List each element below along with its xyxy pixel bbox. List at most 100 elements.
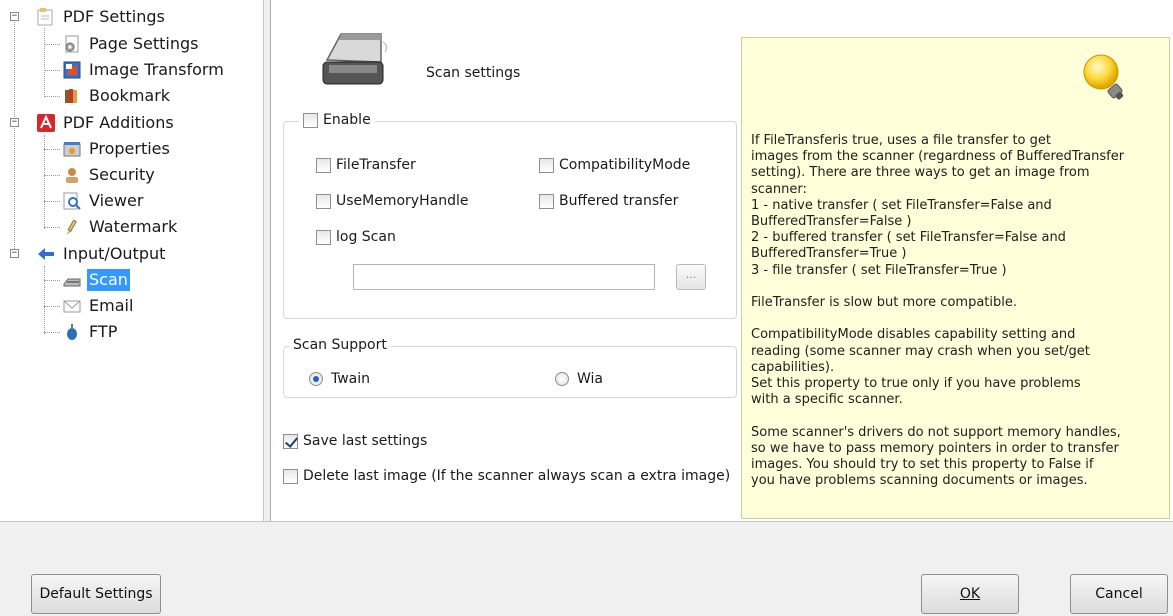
arrow-left-icon <box>36 244 56 264</box>
compatibility-mode-label: CompatibilityMode <box>559 157 691 173</box>
collapse-toggle-input-output[interactable]: − <box>10 249 19 258</box>
file-transfer-label: FileTransfer <box>336 157 416 173</box>
buffered-transfer-checkbox-box[interactable] <box>539 193 554 209</box>
tree-item-properties[interactable]: Properties <box>62 136 172 162</box>
tree-item-pdf-additions[interactable]: PDF Additions <box>36 110 176 136</box>
tree-item-label: Security <box>89 165 155 184</box>
file-transfer-checkbox[interactable]: FileTransfer <box>316 157 416 173</box>
log-scan-label: log Scan <box>336 229 396 245</box>
help-note: If FileTransferis true, uses a file tran… <box>741 37 1170 519</box>
tree-line <box>44 175 60 176</box>
viewer-icon <box>62 191 82 211</box>
enable-checkbox-box[interactable] <box>303 112 318 128</box>
compatibility-mode-checkbox-box[interactable] <box>539 157 554 173</box>
use-memory-handle-checkbox-box[interactable] <box>316 193 331 209</box>
tree-item-input-output[interactable]: Input/Output <box>36 241 167 267</box>
scan-settings-title: Scan settings <box>426 65 521 81</box>
wia-label: Wia <box>577 371 604 387</box>
compatibility-mode-checkbox[interactable]: CompatibilityMode <box>539 157 690 173</box>
use-memory-handle-checkbox[interactable]: UseMemoryHandle <box>316 193 468 209</box>
use-memory-handle-label: UseMemoryHandle <box>336 193 469 209</box>
tree-line <box>44 227 60 228</box>
buffered-transfer-label: Buffered transfer <box>559 193 679 209</box>
tree-item-label: Watermark <box>89 217 178 236</box>
pdf-settings-icon <box>36 7 56 27</box>
properties-icon <box>62 139 82 159</box>
cancel-button[interactable]: Cancel <box>1070 574 1168 614</box>
tree-line <box>44 149 60 150</box>
delete-last-image-checkbox-box[interactable] <box>283 468 298 484</box>
tree-item-watermark[interactable]: Watermark <box>62 214 179 240</box>
ok-button-label: OK <box>959 586 981 602</box>
buffered-transfer-checkbox[interactable]: Buffered transfer <box>539 193 678 209</box>
tree-item-ftp[interactable]: FTP <box>62 319 119 345</box>
lightbulb-icon <box>1079 50 1129 106</box>
file-transfer-checkbox-box[interactable] <box>316 157 331 173</box>
tree-item-label: Image Transform <box>89 60 224 79</box>
tree-line <box>44 332 60 333</box>
image-transform-icon <box>62 60 82 80</box>
tree-line <box>14 20 15 257</box>
ftp-icon <box>62 322 82 342</box>
wia-radio-circle[interactable] <box>555 372 569 386</box>
tree-item-label: Properties <box>89 139 170 158</box>
twain-radio[interactable]: Twain <box>309 371 370 387</box>
default-settings-button[interactable]: Default Settings <box>31 574 161 614</box>
tree-item-image-transform[interactable]: Image Transform <box>62 57 226 83</box>
tree-item-page-settings[interactable]: Page Settings <box>62 31 200 57</box>
tree-item-security[interactable]: Security <box>62 162 157 188</box>
log-scan-checkbox-box[interactable] <box>316 229 331 245</box>
enable-group-header: Enable <box>299 112 375 128</box>
scanner-icon <box>319 22 393 92</box>
delete-last-image-checkbox[interactable]: Delete last image (If the scanner always… <box>283 468 730 484</box>
tree-line <box>44 28 45 97</box>
tree-item-label: Viewer <box>89 191 144 210</box>
help-note-text: If FileTransferis true, uses a file tran… <box>751 133 1125 489</box>
dialog-button-bar: Default Settings OK Cancel <box>0 521 1173 616</box>
twain-radio-circle[interactable] <box>309 372 323 386</box>
panel-splitter[interactable] <box>263 0 271 521</box>
settings-tree: − − − PDF Settings Page Settings Image T… <box>0 0 263 521</box>
tree-line <box>44 266 45 334</box>
collapse-toggle-pdf-settings[interactable]: − <box>10 12 19 21</box>
ok-button[interactable]: OK <box>921 574 1019 614</box>
wia-radio[interactable]: Wia <box>555 371 603 387</box>
scanner-icon <box>62 270 82 290</box>
log-scan-checkbox[interactable]: log Scan <box>316 229 396 245</box>
page-settings-icon <box>62 34 82 54</box>
enable-checkbox[interactable]: Enable <box>303 112 371 128</box>
save-last-settings-label: Save last settings <box>303 433 428 449</box>
tree-item-label: PDF Settings <box>63 7 165 26</box>
watermark-icon <box>62 217 82 237</box>
twain-label: Twain <box>331 371 371 387</box>
delete-last-image-label: Delete last image (If the scanner always… <box>303 468 731 484</box>
pdf-additions-icon <box>36 113 56 133</box>
tree-item-label: Bookmark <box>89 86 171 105</box>
collapse-toggle-pdf-additions[interactable]: − <box>10 118 19 127</box>
tree-line <box>44 44 60 45</box>
save-last-settings-checkbox[interactable]: Save last settings <box>283 433 427 449</box>
tree-item-label: Scan <box>87 269 130 291</box>
tree-item-scan[interactable]: Scan <box>62 267 130 293</box>
security-icon <box>62 165 82 185</box>
scan-support-title: Scan Support <box>289 337 391 353</box>
tree-item-label: Input/Output <box>63 244 166 263</box>
tree-line <box>44 280 60 281</box>
tree-line <box>44 201 60 202</box>
tree-item-label: PDF Additions <box>63 113 174 132</box>
email-icon <box>62 296 82 316</box>
tree-item-label: FTP <box>89 322 118 341</box>
tree-line <box>44 96 60 97</box>
browse-button[interactable]: ... <box>676 264 706 290</box>
tree-line <box>44 70 60 71</box>
tree-item-label: Page Settings <box>89 34 199 53</box>
tree-item-email[interactable]: Email <box>62 293 135 319</box>
log-path-input[interactable] <box>353 264 655 290</box>
tree-item-bookmark[interactable]: Bookmark <box>62 83 172 109</box>
tree-item-pdf-settings[interactable]: PDF Settings <box>36 4 167 30</box>
tree-item-label: Email <box>89 296 134 315</box>
tree-item-viewer[interactable]: Viewer <box>62 188 145 214</box>
bookmark-icon <box>62 86 82 106</box>
save-last-settings-checkbox-box[interactable] <box>283 433 298 449</box>
enable-label: Enable <box>323 112 371 128</box>
